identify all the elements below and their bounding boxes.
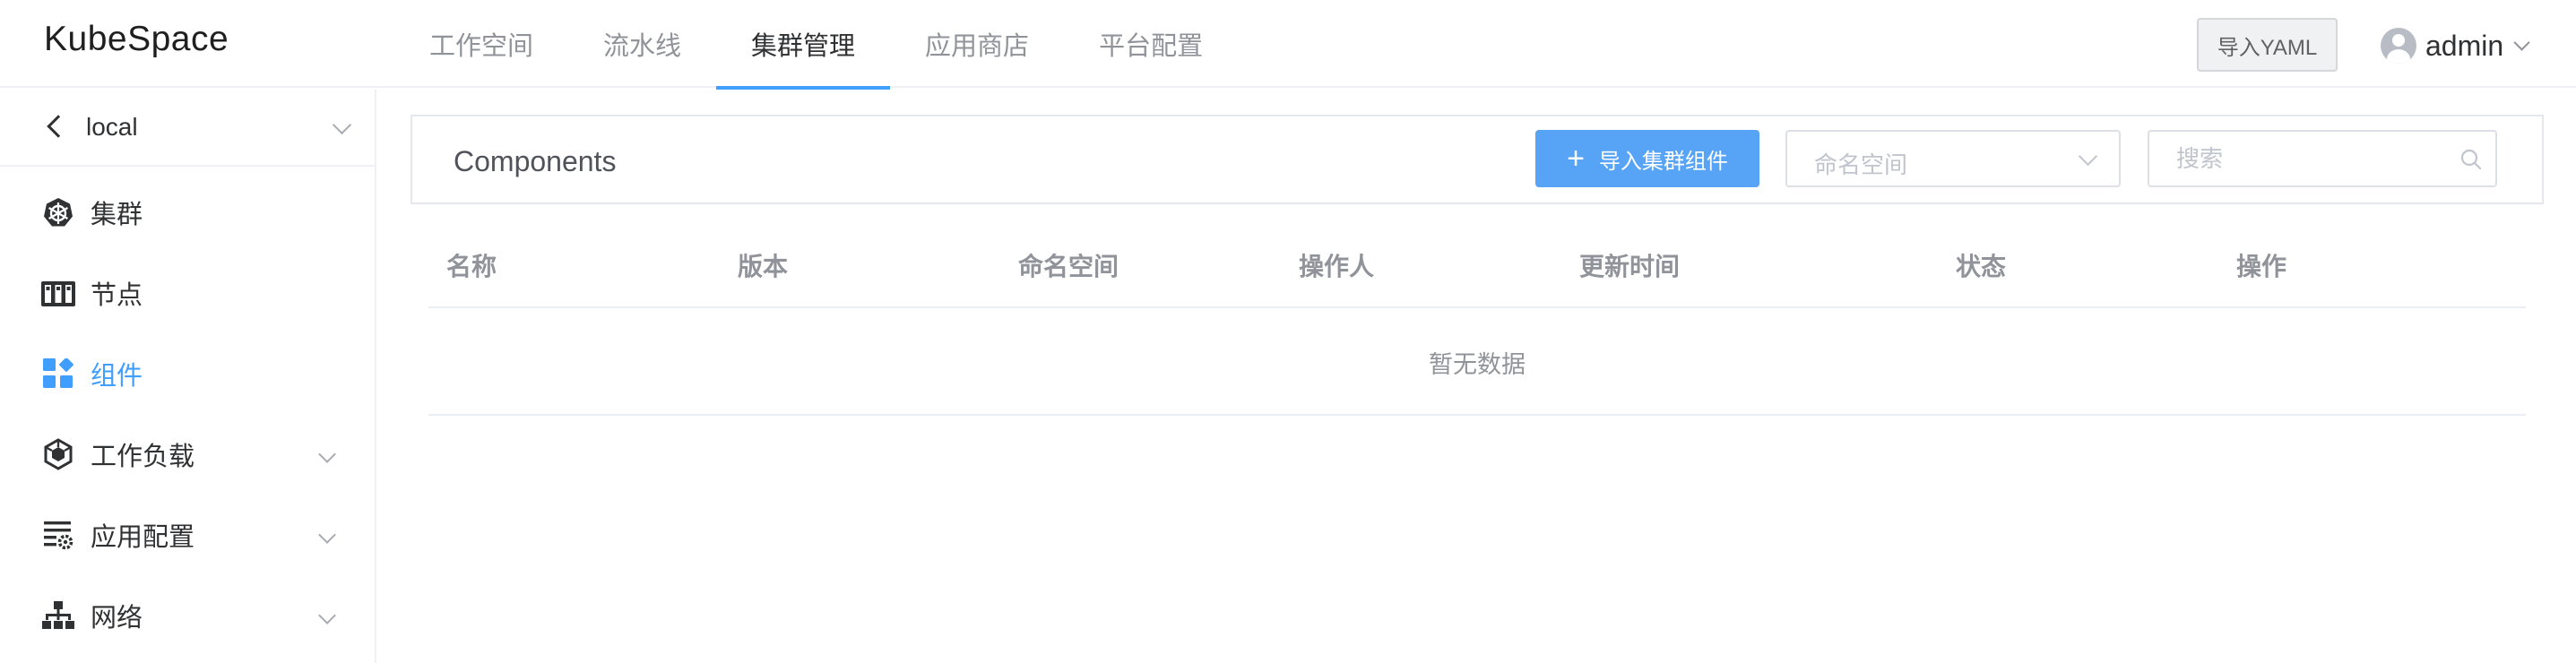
table-empty-row: 暂无数据: [428, 308, 2526, 416]
sidebar-item-label: 网络: [91, 604, 143, 633]
sidebar-item-network[interactable]: 网络: [0, 575, 375, 656]
plus-icon: +: [1567, 142, 1585, 176]
import-cluster-component-button[interactable]: + 导入集群组件: [1535, 130, 1759, 187]
sidebar-item-nodes[interactable]: 节点: [0, 253, 375, 333]
sidebar-item-app-config[interactable]: 应用配置: [0, 495, 375, 575]
kubernetes-wheel-icon: [41, 195, 75, 229]
column-header-version: 版本: [738, 253, 789, 280]
nav-tab-platform-settings[interactable]: 平台配置: [1064, 0, 1238, 88]
nav-tab-pipeline[interactable]: 流水线: [568, 0, 716, 88]
nav-tab-workspace[interactable]: 工作空间: [394, 0, 568, 88]
chevron-down-icon: [332, 115, 352, 135]
sidebar-item-label: 应用配置: [91, 523, 195, 552]
nav-tab-app-store[interactable]: 应用商店: [890, 0, 1064, 88]
avatar-icon: [2381, 28, 2416, 64]
column-header-namespace: 命名空间: [1018, 253, 1119, 280]
back-arrow-icon[interactable]: [47, 115, 70, 138]
empty-state-text: 暂无数据: [1429, 351, 1526, 378]
components-toolbar-card: Components + 导入集群组件 命名空间: [411, 115, 2544, 204]
top-header: KubeSpace 工作空间 流水线 集群管理 应用商店 平台配置 导入YAML…: [0, 0, 2576, 90]
sidebar-item-label: 集群: [91, 201, 143, 229]
column-header-name: 名称: [446, 253, 497, 280]
sidebar-item-label: 节点: [91, 281, 143, 310]
chevron-down-icon: [2513, 33, 2530, 51]
network-tree-icon: [41, 598, 75, 633]
cluster-selector[interactable]: local: [0, 90, 375, 167]
namespace-select-placeholder: 命名空间: [1814, 151, 1908, 178]
sidebar-item-components[interactable]: 组件: [0, 333, 375, 414]
sidebar-item-label: 组件: [91, 362, 143, 391]
components-table: 名称 版本 命名空间 操作人 更新时间 状态 操作 暂无数据: [428, 220, 2526, 416]
search-box: [2148, 130, 2497, 187]
cube-icon: [41, 437, 75, 471]
sidebar-item-workloads[interactable]: 工作负载: [0, 414, 375, 495]
user-name: admin: [2425, 29, 2504, 62]
import-cluster-component-label: 导入集群组件: [1598, 149, 1728, 174]
search-icon[interactable]: [2459, 148, 2483, 171]
chevron-down-icon: [318, 607, 336, 624]
sidebar: local 集群 节点 组件 工作负载 应用配置 网络: [0, 90, 376, 663]
column-header-actions: 操作: [2236, 253, 2287, 280]
import-yaml-button[interactable]: 导入YAML: [2197, 18, 2338, 72]
components-grid-icon: [41, 357, 75, 391]
chevron-down-icon: [318, 445, 336, 463]
chevron-down-icon: [2078, 146, 2098, 167]
config-list-icon: [41, 518, 75, 552]
chevron-down-icon: [318, 526, 336, 544]
namespace-select[interactable]: 命名空间: [1785, 130, 2121, 187]
cluster-name: local: [86, 113, 138, 141]
column-header-status: 状态: [1956, 253, 2007, 280]
table-header: 名称 版本 命名空间 操作人 更新时间 状态 操作: [428, 220, 2526, 308]
search-input[interactable]: [2149, 132, 2454, 185]
app-logo[interactable]: KubeSpace: [44, 20, 229, 59]
column-header-updated-time: 更新时间: [1579, 253, 1681, 280]
column-header-operator: 操作人: [1299, 253, 1375, 280]
server-rack-icon: [41, 276, 75, 310]
nav-tab-cluster-management[interactable]: 集群管理: [716, 0, 891, 90]
sidebar-item-label: 工作负载: [91, 443, 195, 471]
user-menu[interactable]: admin: [2381, 26, 2530, 65]
top-nav: 工作空间 流水线 集群管理 应用商店 平台配置: [394, 0, 1238, 90]
page-title: Components: [454, 145, 617, 177]
sidebar-item-cluster[interactable]: 集群: [0, 172, 375, 253]
